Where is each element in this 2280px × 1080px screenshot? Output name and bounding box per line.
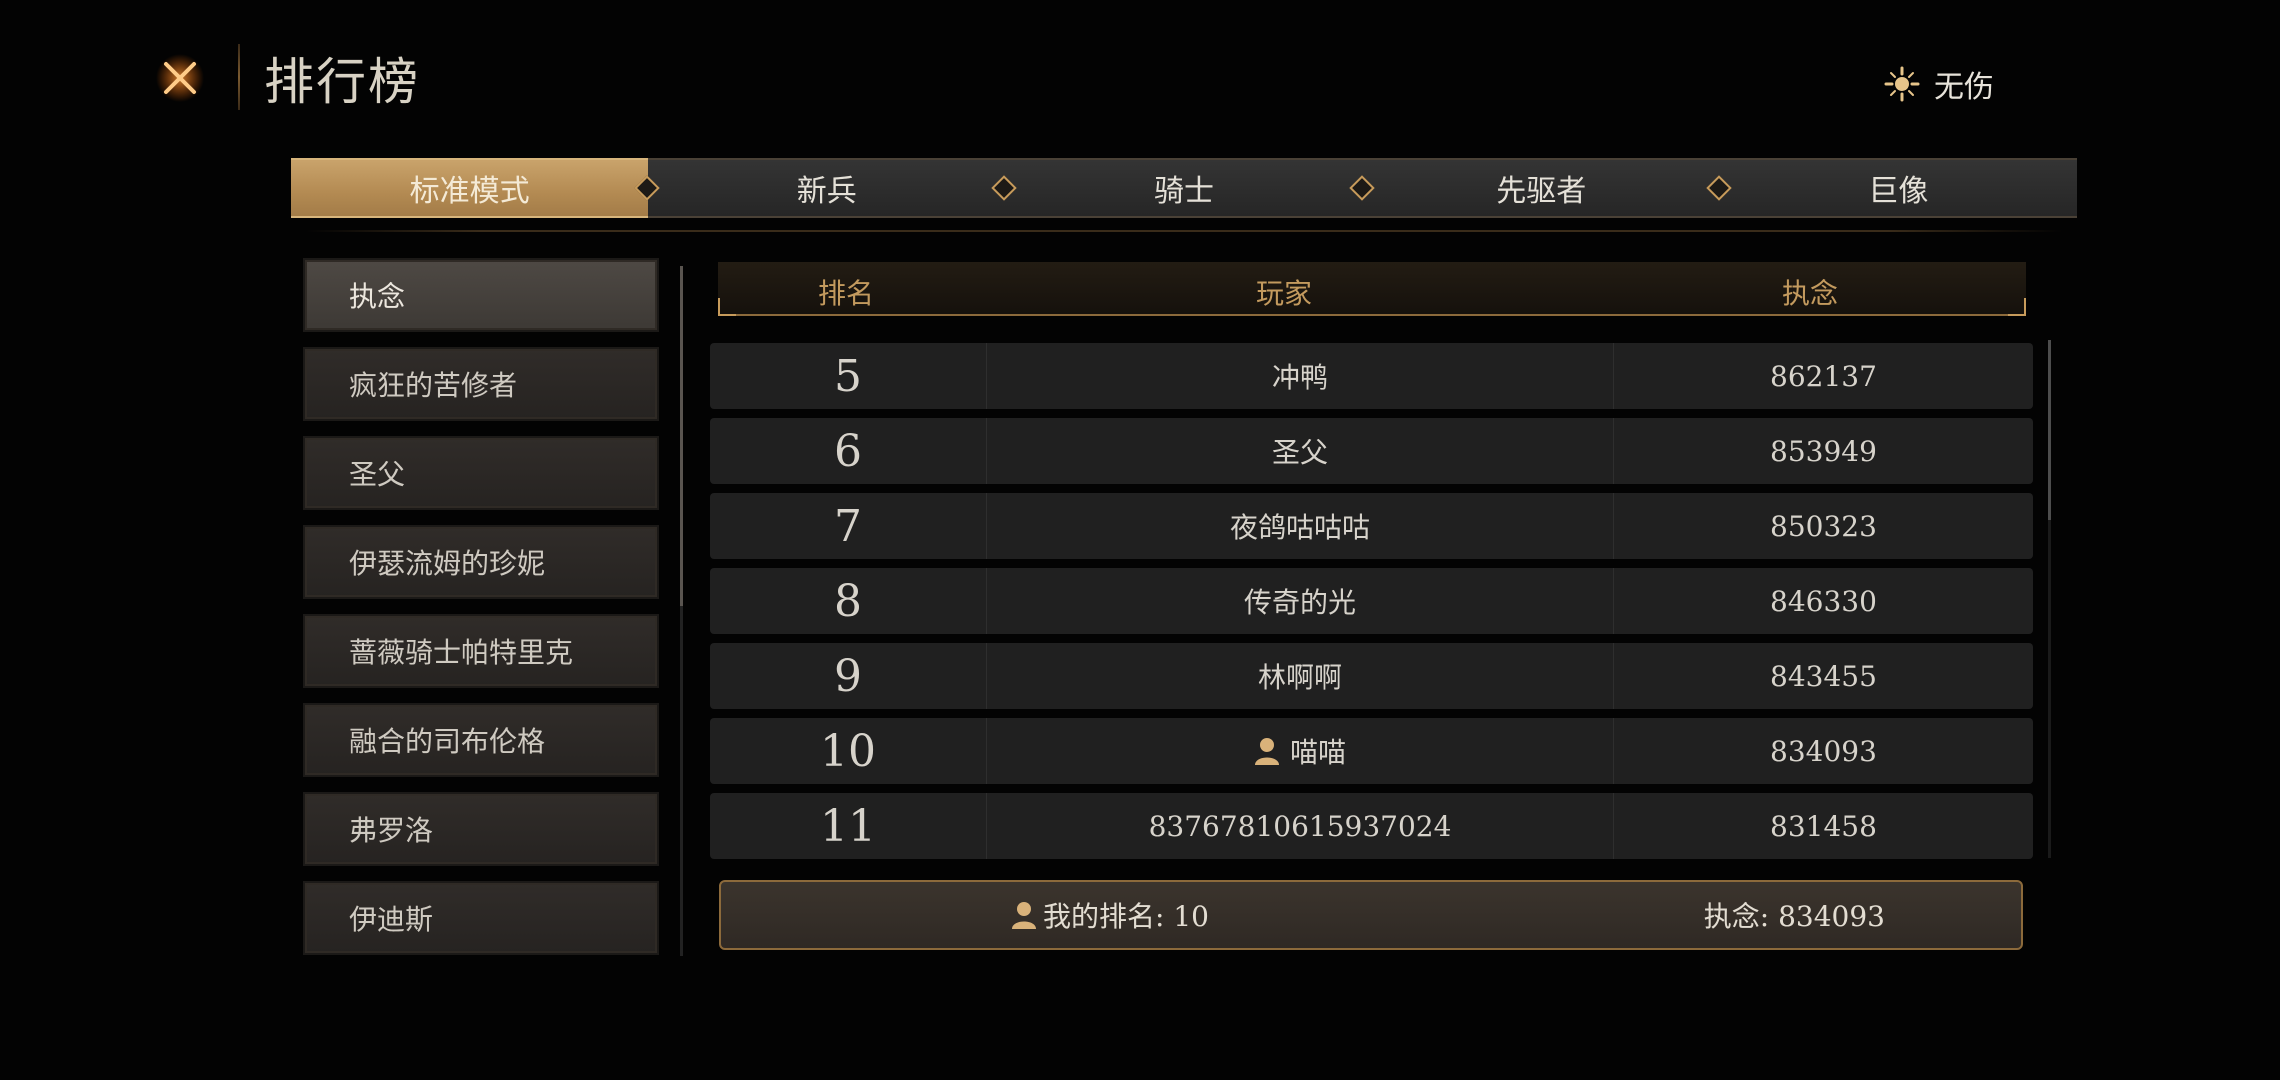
sidebar-item-jenny[interactable]: 伊瑟流姆的珍妮 bbox=[303, 525, 659, 599]
rank-cell: 7 bbox=[834, 500, 862, 552]
close-icon[interactable] bbox=[154, 52, 206, 104]
score-cell: 862137 bbox=[1770, 359, 1877, 393]
tab-label: 骑士 bbox=[1154, 174, 1214, 209]
player-cell: 圣父 bbox=[986, 418, 1614, 484]
column-header-score: 执念 bbox=[1781, 277, 1838, 310]
score-cell: 853949 bbox=[1770, 434, 1877, 468]
player-name: 喵喵 bbox=[1289, 736, 1346, 769]
table-row: 8 传奇的光 846330 bbox=[710, 568, 2033, 634]
sidebar-item-holy-father[interactable]: 圣父 bbox=[303, 436, 659, 510]
no-damage-toggle[interactable]: 无伤 bbox=[1884, 60, 1994, 108]
user-icon bbox=[1012, 902, 1036, 929]
player-cell: 喵喵 bbox=[986, 718, 1614, 784]
player-cell: 夜鸽咕咕咕 bbox=[986, 493, 1614, 559]
header-divider bbox=[238, 44, 240, 110]
sidebar-item-frollo[interactable]: 弗罗洛 bbox=[303, 792, 659, 866]
rank-cell: 9 bbox=[834, 650, 862, 702]
close-button[interactable] bbox=[150, 48, 210, 108]
scrollbar-thumb[interactable] bbox=[680, 266, 683, 606]
user-icon bbox=[1254, 738, 1279, 765]
sidebar-item-label: 弗罗洛 bbox=[349, 814, 434, 847]
score-cell: 850323 bbox=[1770, 509, 1877, 543]
score-cell: 846330 bbox=[1770, 584, 1877, 618]
difficulty-tabs: 标准模式 新兵 骑士 先驱者 巨像 bbox=[291, 158, 2078, 218]
tab-label: 新兵 bbox=[796, 174, 857, 209]
player-name: 圣父 bbox=[1271, 436, 1328, 469]
tab-label: 先驱者 bbox=[1496, 174, 1587, 209]
player-cell: 林啊啊 bbox=[986, 643, 1614, 709]
table-header: 排名 玩家 执念 bbox=[718, 262, 2026, 316]
sun-icon bbox=[1884, 66, 1920, 102]
player-name: 传奇的光 bbox=[1243, 586, 1356, 619]
my-score-label: 执念: 834093 bbox=[1703, 900, 1885, 933]
player-name: 林啊啊 bbox=[1257, 661, 1342, 694]
player-cell: 83767810615937024 bbox=[986, 793, 1614, 859]
player-name: 冲鸭 bbox=[1271, 361, 1328, 394]
sidebar-item-mad-ascetic[interactable]: 疯狂的苦修者 bbox=[303, 347, 659, 421]
column-header-player: 玩家 bbox=[1255, 277, 1312, 310]
table-row: 7 夜鸽咕咕咕 850323 bbox=[710, 493, 2033, 559]
leaderboard-rows: 5 冲鸭 862137 6 圣父 853949 7 夜鸽咕咕咕 850323 8… bbox=[710, 343, 2033, 868]
my-score: 执念: 834093 bbox=[1704, 895, 1885, 935]
sidebar-item-label: 蔷薇骑士帕特里克 bbox=[349, 636, 574, 669]
score-cell: 834093 bbox=[1770, 734, 1877, 768]
page-title: 排行榜 bbox=[264, 53, 420, 111]
tab-label: 标准模式 bbox=[409, 174, 530, 209]
player-cell: 传奇的光 bbox=[986, 568, 1614, 634]
player-name: 夜鸽咕咕咕 bbox=[1229, 511, 1370, 544]
tab-knight[interactable]: 骑士 bbox=[991, 158, 1363, 218]
player-name: 83767810615937024 bbox=[1148, 809, 1452, 843]
table-scrollbar[interactable] bbox=[2048, 340, 2051, 858]
sidebar-item-label: 执念 bbox=[349, 280, 406, 313]
leaderboard-screen: 排行榜 无伤 标准模式 新兵 骑士 先驱者 巨像 执念 疯狂的苦修者 圣父 伊瑟… bbox=[0, 0, 2280, 1080]
my-rank-bar: 我的排名: 10 执念: 834093 bbox=[719, 880, 2023, 950]
score-cell: 843455 bbox=[1770, 659, 1877, 693]
tab-recruit[interactable]: 新兵 bbox=[634, 158, 1006, 218]
table-row: 5 冲鸭 862137 bbox=[710, 343, 2033, 409]
rank-cell: 8 bbox=[834, 575, 862, 627]
sidebar-item-obsession[interactable]: 执念 bbox=[303, 258, 659, 332]
no-damage-label: 无伤 bbox=[1934, 70, 1994, 105]
sidebar-item-label: 疯狂的苦修者 bbox=[349, 369, 518, 402]
rank-cell: 10 bbox=[820, 725, 876, 777]
tab-pioneer[interactable]: 先驱者 bbox=[1348, 158, 1720, 218]
tab-standard[interactable]: 标准模式 bbox=[291, 158, 649, 218]
sidebar-item-label: 伊瑟流姆的珍妮 bbox=[349, 547, 546, 580]
column-header-rank: 排名 bbox=[817, 277, 874, 310]
tab-label: 巨像 bbox=[1868, 174, 1929, 209]
sidebar-item-edith[interactable]: 伊迪斯 bbox=[303, 881, 659, 955]
tab-colossus[interactable]: 巨像 bbox=[1706, 158, 2078, 218]
boss-list: 执念 疯狂的苦修者 圣父 伊瑟流姆的珍妮 蔷薇骑士帕特里克 融合的司布伦格 弗罗… bbox=[303, 258, 659, 970]
sidebar-scrollbar[interactable] bbox=[680, 266, 683, 956]
table-row: 6 圣父 853949 bbox=[710, 418, 2033, 484]
my-rank: 我的排名: 10 bbox=[1011, 895, 1209, 935]
sidebar-item-label: 圣父 bbox=[349, 458, 406, 491]
my-rank-label: 我的排名: 10 bbox=[1043, 900, 1209, 933]
tabs-divider bbox=[306, 230, 2062, 232]
rank-cell: 11 bbox=[820, 800, 876, 852]
table-row: 9 林啊啊 843455 bbox=[710, 643, 2033, 709]
sidebar-item-rose-knight[interactable]: 蔷薇骑士帕特里克 bbox=[303, 614, 659, 688]
sidebar-item-fused-sbronger[interactable]: 融合的司布伦格 bbox=[303, 703, 659, 777]
sidebar-item-label: 融合的司布伦格 bbox=[349, 725, 546, 758]
sidebar-item-label: 伊迪斯 bbox=[349, 903, 434, 936]
rank-cell: 5 bbox=[834, 350, 862, 402]
table-row: 11 83767810615937024 831458 bbox=[710, 793, 2033, 859]
scrollbar-thumb[interactable] bbox=[2048, 340, 2051, 520]
score-cell: 831458 bbox=[1770, 809, 1877, 843]
rank-cell: 6 bbox=[834, 425, 862, 477]
table-row-me: 10 喵喵 834093 bbox=[710, 718, 2033, 784]
player-cell: 冲鸭 bbox=[986, 343, 1614, 409]
